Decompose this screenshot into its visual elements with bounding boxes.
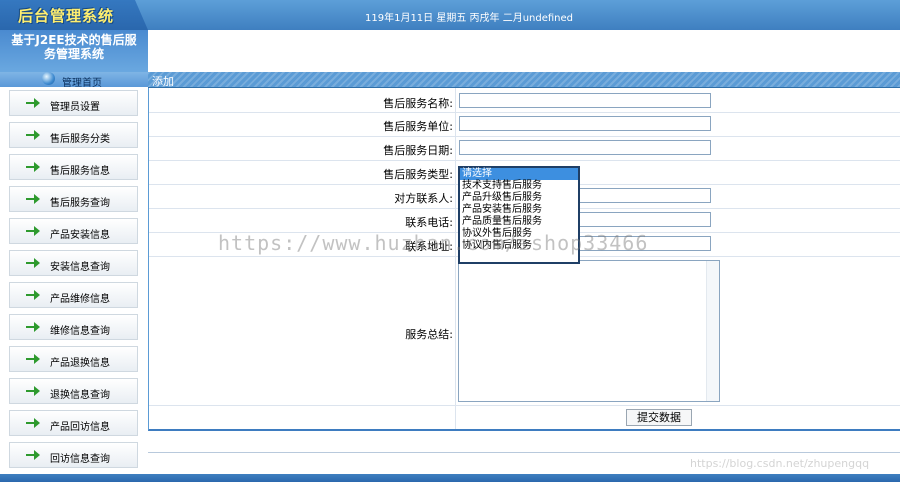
dropdown-option[interactable]: 请选择 [460, 168, 578, 180]
sidebar-item-install-query[interactable]: 安装信息查询 [9, 250, 138, 276]
system-title: 基于J2EE技术的售后服 务管理系统 [0, 30, 148, 72]
green-arrow-icon [26, 258, 40, 268]
sidebar-item-label: 安装信息查询 [50, 262, 110, 273]
sidebar-item-label: 产品安装信息 [50, 230, 110, 241]
dropdown-option[interactable]: 产品安装售后服务 [460, 204, 578, 216]
sidebar-item-label: 售后服务分类 [50, 134, 110, 145]
sidebar-item-repair-info[interactable]: 产品维修信息 [9, 282, 138, 308]
sidebar-item-repair-query[interactable]: 维修信息查询 [9, 314, 138, 340]
home-link[interactable]: 管理首页 [0, 72, 148, 89]
service-summary-label: 服务总结: [405, 328, 453, 341]
submit-button[interactable]: 提交数据 [626, 409, 692, 426]
sidebar-item-admin-settings[interactable]: 管理员设置 [9, 90, 138, 116]
watermark-csdn: https://blog.csdn.net/zhupengqq [690, 457, 870, 470]
sidebar-item-return-query[interactable]: 退换信息查询 [9, 378, 138, 404]
green-arrow-icon [26, 290, 40, 300]
sidebar: 管理员设置 售后服务分类 售后服务信息 售后服务查询 产品安装信息 安装信息查询… [0, 87, 148, 476]
sidebar-item-label: 售后服务信息 [50, 166, 110, 177]
sidebar-item-label: 产品维修信息 [50, 294, 110, 305]
form-row-name: 售后服务名称: [149, 90, 900, 113]
dropdown-option[interactable]: 产品质量售后服务 [460, 216, 578, 228]
sidebar-item-label: 售后服务查询 [50, 198, 110, 209]
dropdown-option[interactable]: 产品升级售后服务 [460, 192, 578, 204]
green-arrow-icon [26, 162, 40, 172]
green-arrow-icon [26, 226, 40, 236]
service-unit-label: 售后服务单位: [383, 120, 453, 133]
green-arrow-icon [26, 450, 40, 460]
green-arrow-icon [26, 386, 40, 396]
sidebar-item-label: 退换信息查询 [50, 390, 110, 401]
sidebar-item-visit-query[interactable]: 回访信息查询 [9, 442, 138, 468]
globe-icon [42, 72, 55, 85]
column-divider [455, 88, 456, 429]
service-date-input[interactable] [459, 140, 711, 155]
sidebar-item-service-category[interactable]: 售后服务分类 [9, 122, 138, 148]
app-logo: 后台管理系统 [18, 7, 115, 25]
green-arrow-icon [26, 98, 40, 108]
service-unit-input[interactable] [459, 116, 711, 131]
sidebar-item-service-query[interactable]: 售后服务查询 [9, 186, 138, 212]
sidebar-item-service-info[interactable]: 售后服务信息 [9, 154, 138, 180]
panel-header: 添加 [148, 72, 900, 88]
service-summary-textarea[interactable] [458, 260, 720, 402]
contact-person-label: 对方联系人: [394, 192, 453, 205]
dropdown-option[interactable]: 技术支持售后服务 [460, 180, 578, 192]
green-arrow-icon [26, 418, 40, 428]
sidebar-item-label: 管理员设置 [50, 102, 100, 113]
service-name-input[interactable] [459, 93, 711, 108]
sidebar-item-label: 回访信息查询 [50, 454, 110, 465]
textarea-scrollbar[interactable] [706, 261, 719, 401]
sidebar-item-label: 产品回访信息 [50, 422, 110, 433]
sidebar-item-visit-info[interactable]: 产品回访信息 [9, 410, 138, 436]
service-type-label: 售后服务类型: [383, 168, 453, 181]
sidebar-item-label: 维修信息查询 [50, 326, 110, 337]
sidebar-item-install-info[interactable]: 产品安装信息 [9, 218, 138, 244]
top-header-bar: 后台管理系统 119年1月11日 星期五 丙戌年 二月undefined [0, 0, 900, 30]
form-row-unit: 售后服务单位: [149, 113, 900, 137]
system-title-line2: 务管理系统 [43, 47, 104, 61]
green-arrow-icon [26, 322, 40, 332]
service-name-label: 售后服务名称: [383, 97, 453, 110]
panel-title: 添加 [152, 75, 174, 88]
service-date-label: 售后服务日期: [383, 144, 453, 157]
footer-bar [0, 474, 900, 482]
system-title-line1: 基于J2EE技术的售后服 [11, 33, 137, 47]
green-arrow-icon [26, 130, 40, 140]
form-row-date: 售后服务日期: [149, 137, 900, 161]
watermark-url: https://www.huzhan.com/ishop33466 [218, 231, 649, 255]
sidebar-item-label: 产品退换信息 [50, 358, 110, 369]
sidebar-item-return-info[interactable]: 产品退换信息 [9, 346, 138, 372]
green-arrow-icon [26, 194, 40, 204]
green-arrow-icon [26, 354, 40, 364]
contact-phone-label: 联系电话: [405, 216, 453, 229]
date-display: 119年1月11日 星期五 丙戌年 二月undefined [365, 13, 574, 24]
